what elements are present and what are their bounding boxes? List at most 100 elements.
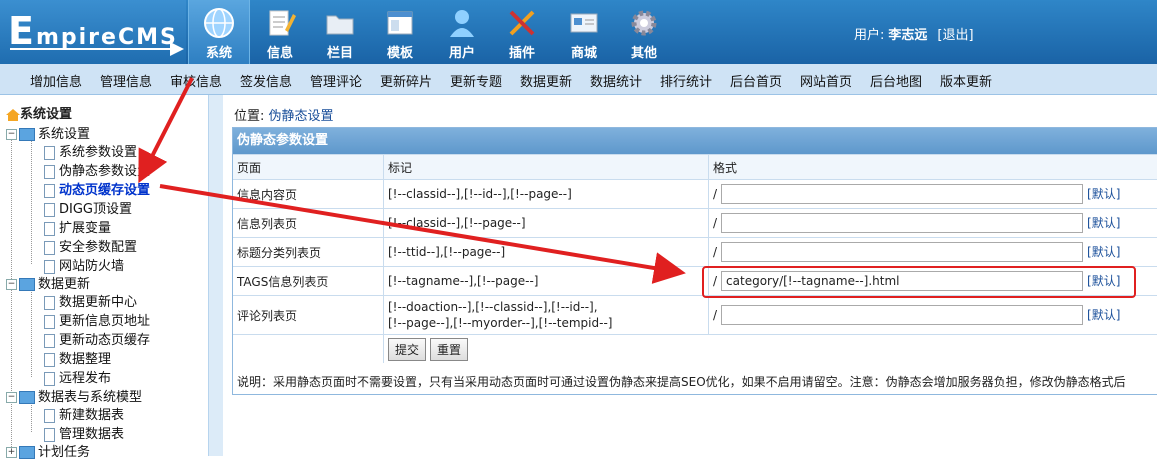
- topnav-label: 系统: [189, 42, 249, 61]
- folder-icon: [19, 128, 35, 141]
- submit-button[interactable]: 提交: [388, 338, 426, 361]
- tree-item[interactable]: 伪静态参数设置: [44, 160, 150, 179]
- subnav-item[interactable]: 版本更新: [940, 71, 992, 90]
- subnav-item[interactable]: 管理评论: [310, 71, 362, 90]
- table-row: 标题分类列表页 [!--ttid--],[!--page--] / [默认]: [233, 238, 1157, 267]
- default-link[interactable]: [默认]: [1087, 245, 1120, 259]
- tree-item[interactable]: 数据整理: [44, 348, 111, 367]
- tree-item[interactable]: 数据更新中心: [44, 291, 137, 310]
- home-icon: [6, 109, 20, 121]
- folder-icon: [19, 278, 35, 291]
- topnav-plugin[interactable]: 插件: [492, 0, 552, 64]
- subnav-item[interactable]: 网站首页: [800, 71, 852, 90]
- topnav-system[interactable]: 系统: [188, 0, 250, 64]
- slash-prefix: /: [713, 308, 717, 322]
- window-icon: [383, 6, 417, 40]
- format-input[interactable]: [721, 184, 1083, 204]
- table-row: 信息内容页 [!--classid--],[!--id--],[!--page-…: [233, 180, 1157, 209]
- tree-group-tables-models[interactable]: −数据表与系统模型: [6, 386, 142, 405]
- annotation-highlight-box: [702, 266, 1136, 298]
- subnav-item[interactable]: 更新碎片: [380, 71, 432, 90]
- breadcrumb-link[interactable]: 伪静态设置: [269, 109, 334, 124]
- topnav-shop[interactable]: 商城: [554, 0, 614, 64]
- tag-list: [!--ttid--],[!--page--]: [384, 238, 709, 267]
- tree-item[interactable]: 远程发布: [44, 367, 111, 386]
- topnav-user[interactable]: 用户: [432, 0, 492, 64]
- default-link[interactable]: [默认]: [1087, 308, 1120, 322]
- page-icon: [44, 222, 55, 236]
- tree-item[interactable]: DIGG顶设置: [44, 198, 132, 217]
- topnav-label: 插件: [492, 42, 552, 61]
- logo: EmpireCMS: [0, 0, 186, 64]
- topnav-label: 信息: [250, 42, 310, 61]
- slash-prefix: /: [713, 245, 717, 259]
- page-icon: [44, 353, 55, 367]
- tree-item[interactable]: 更新信息页地址: [44, 310, 150, 329]
- subnav-item[interactable]: 数据统计: [590, 71, 642, 90]
- expand-icon[interactable]: +: [6, 447, 17, 458]
- tree-group-data-update[interactable]: −数据更新: [6, 273, 90, 292]
- tag-list: [!--classid--],[!--id--],[!--page--]: [384, 180, 709, 209]
- sidebar-splitter[interactable]: [208, 95, 223, 456]
- subnav-item[interactable]: 管理信息: [100, 71, 152, 90]
- format-input[interactable]: [721, 305, 1083, 325]
- default-link[interactable]: [默认]: [1087, 216, 1120, 230]
- page-icon: [44, 372, 55, 386]
- tree-item[interactable]: 管理数据表: [44, 423, 124, 442]
- rewrite-settings-panel: 伪静态参数设置 页面 标记 格式 信息内容页 [!--classid--],[!…: [232, 127, 1157, 395]
- tree-group-scheduled-tasks[interactable]: +计划任务: [6, 441, 90, 460]
- page-icon: [44, 409, 55, 423]
- subnav-item[interactable]: 签发信息: [240, 71, 292, 90]
- topnav-info[interactable]: 信息: [250, 0, 310, 64]
- folder-icon: [323, 6, 357, 40]
- tools-icon: [505, 6, 539, 40]
- subnav-item[interactable]: 后台地图: [870, 71, 922, 90]
- topnav-label: 其他: [614, 42, 674, 61]
- user-info: 用户:李志远[退出]: [854, 24, 974, 43]
- column-header: 标记: [384, 155, 709, 180]
- page-name: 信息内容页: [233, 180, 384, 209]
- topnav-column[interactable]: 栏目: [310, 0, 370, 64]
- tree-item[interactable]: 更新动态页缓存: [44, 329, 150, 348]
- tree-item[interactable]: 扩展变量: [44, 217, 111, 236]
- tree-item[interactable]: 网站防火墙: [44, 255, 124, 274]
- tree-group-system[interactable]: −系统设置: [6, 123, 90, 142]
- default-link[interactable]: [默认]: [1087, 187, 1120, 201]
- tree-item[interactable]: 安全参数配置: [44, 236, 137, 255]
- panel-title: 伪静态参数设置: [233, 128, 1157, 154]
- tree-item[interactable]: 系统参数设置: [44, 141, 137, 160]
- page-icon: [44, 203, 55, 217]
- topnav-other[interactable]: 其他: [614, 0, 674, 64]
- subnav-item[interactable]: 后台首页: [730, 71, 782, 90]
- logo-prefix: E: [8, 9, 36, 53]
- collapse-icon[interactable]: −: [6, 279, 17, 290]
- table-row: 评论列表页 [!--doaction--],[!--classid--],[!-…: [233, 296, 1157, 335]
- subnav-item[interactable]: 更新专题: [450, 71, 502, 90]
- format-cell: / [默认]: [709, 238, 1157, 267]
- tag-list: [!--classid--],[!--page--]: [384, 209, 709, 238]
- page-icon: [44, 428, 55, 442]
- topnav-template[interactable]: 模板: [370, 0, 430, 64]
- page-icon: [44, 260, 55, 274]
- tree-item[interactable]: 新建数据表: [44, 404, 124, 423]
- tree-root: 系统设置: [6, 103, 72, 122]
- format-input[interactable]: [721, 213, 1083, 233]
- collapse-icon[interactable]: −: [6, 129, 17, 140]
- subnav-item[interactable]: 排行统计: [660, 71, 712, 90]
- subnav-item[interactable]: 审核信息: [170, 71, 222, 90]
- format-input[interactable]: [721, 242, 1083, 262]
- topnav-label: 模板: [370, 42, 430, 61]
- slash-prefix: /: [713, 187, 717, 201]
- slash-prefix: /: [713, 216, 717, 230]
- user-name[interactable]: 李志远: [888, 28, 927, 43]
- logout-link[interactable]: [退出]: [937, 28, 973, 43]
- subnav-item[interactable]: 数据更新: [520, 71, 572, 90]
- collapse-icon[interactable]: −: [6, 392, 17, 403]
- reset-button[interactable]: 重置: [430, 338, 468, 361]
- topnav-label: 栏目: [310, 42, 370, 61]
- tree-item-active[interactable]: 动态页缓存设置: [44, 179, 150, 198]
- folder-icon: [19, 446, 35, 459]
- quick-nav-bar: 增加信息 管理信息 审核信息 签发信息 管理评论 更新碎片 更新专题 数据更新 …: [0, 64, 1157, 95]
- page-name: 标题分类列表页: [233, 238, 384, 267]
- subnav-item[interactable]: 增加信息: [30, 71, 82, 90]
